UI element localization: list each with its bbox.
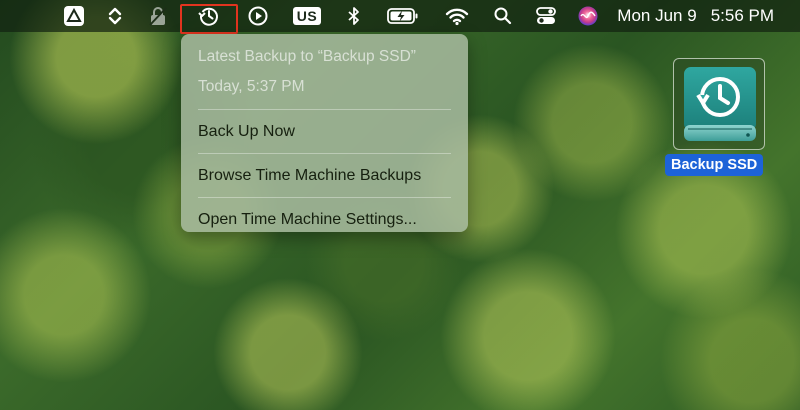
siri-icon[interactable] <box>576 4 600 28</box>
time-machine-menu: Latest Backup to “Backup SSD” Today, 5:3… <box>181 34 468 232</box>
play-circle-icon[interactable] <box>246 4 270 28</box>
menubar-time: 5:56 PM <box>710 6 774 25</box>
time-machine-drive-icon <box>684 67 756 141</box>
browse-backups-menu-item[interactable]: Browse Time Machine Backups <box>181 162 468 190</box>
input-source-label: US <box>292 7 322 25</box>
chevron-updown-icon[interactable] <box>104 4 126 28</box>
menu-separator <box>198 197 451 198</box>
battery-charging-icon[interactable] <box>386 4 420 28</box>
open-settings-menu-item[interactable]: Open Time Machine Settings... <box>181 206 468 234</box>
drive-label[interactable]: Backup SSD <box>665 154 764 176</box>
menubar-clock[interactable]: Mon Jun 9 5:56 PM <box>617 6 774 26</box>
latest-backup-time: Today, 5:37 PM <box>198 78 305 95</box>
time-machine-icon[interactable] <box>196 4 222 28</box>
input-source-badge[interactable]: US <box>290 4 324 28</box>
control-center-icon[interactable] <box>534 4 558 28</box>
drive-upload-icon[interactable] <box>62 4 86 28</box>
search-icon[interactable] <box>492 4 514 28</box>
back-up-now-menu-item[interactable]: Back Up Now <box>181 118 468 146</box>
menu-bar: US Mon Jun 9 5:56 PM <box>0 0 800 34</box>
menu-separator <box>198 109 451 110</box>
lock-slash-icon[interactable] <box>146 4 170 28</box>
menubar-date: Mon Jun 9 <box>617 6 697 25</box>
latest-backup-label: Latest Backup to “Backup SSD” <box>198 48 416 65</box>
menu-separator <box>198 153 451 154</box>
backup-ssd-drive[interactable] <box>673 58 765 150</box>
wifi-icon[interactable] <box>444 4 470 28</box>
bluetooth-icon[interactable] <box>344 4 364 28</box>
